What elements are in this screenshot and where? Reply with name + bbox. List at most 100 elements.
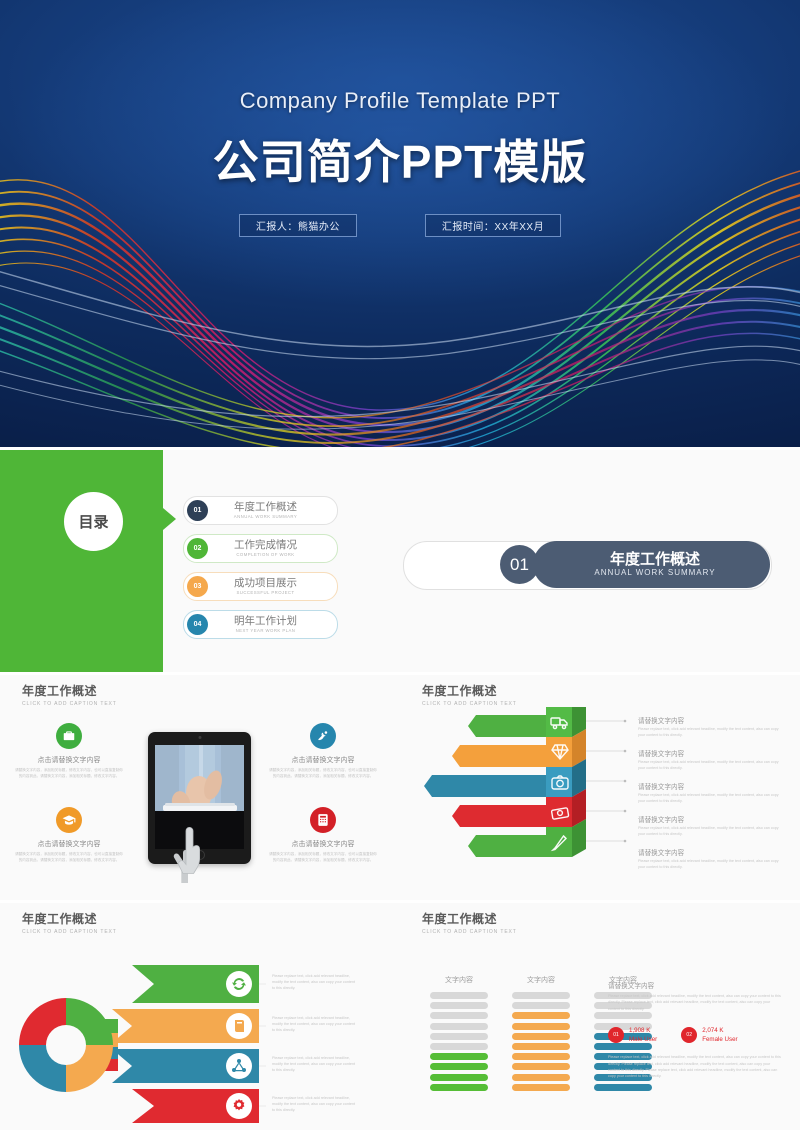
stat-male[interactable]: 01 1,908 K Male User (608, 1026, 657, 1045)
pill-filled (512, 1032, 570, 1040)
pill (430, 1022, 488, 1030)
toc-item-2[interactable]: 02 工作完成情况 COMPLETION OF WORK (183, 534, 338, 563)
section-title-cn: 年度工作概述 (609, 551, 700, 568)
toc-item-1[interactable]: 01 年度工作概述 ANNUAL WORK SUMMARY (183, 496, 338, 525)
heading-en: CLICK TO ADD CAPTION TEXT (22, 929, 117, 935)
toc-num-4: 04 (187, 614, 208, 635)
pill-filled (430, 1063, 488, 1071)
heading-en: CLICK TO ADD CAPTION TEXT (22, 701, 117, 707)
feature-title-1: 点击请替换文字内容 (37, 757, 101, 764)
feature-body-4: 请替换文字内容，添加相关标题，修改文字内容，也可以直接复制你的内容到此。请替换文… (269, 852, 377, 862)
toc-item-3[interactable]: 03 成功项目展示 SUCCESSFUL PROJECT (183, 572, 338, 601)
3d-arrow-stack (424, 707, 627, 857)
pill-filled (512, 1063, 570, 1071)
toc-label-cn-1: 年度工作概述 (234, 500, 297, 513)
feature-body-3: 请替换文字内容，添加相关标题，修改文字内容，也可以直接复制你的内容到此。请替换文… (269, 768, 377, 778)
arrow-infographic-slide: 年度工作概述 CLICK TO ADD CAPTION TEXT 请替换文字内容… (400, 675, 800, 900)
arrow-caption-1[interactable]: 请替换文字内容 Please replace text, click add r… (638, 715, 786, 745)
toc-badge: 目录 (64, 492, 123, 551)
pill-filled (512, 1053, 570, 1061)
feature-item-3[interactable]: 点击请替换文字内容 请替换文字内容，添加相关标题，修改文字内容，也可以直接复制你… (268, 723, 378, 779)
pill-filled (594, 1083, 652, 1091)
donut-slide-heading: 年度工作概述 CLICK TO ADD CAPTION TEXT (22, 910, 117, 935)
stat-badge-1: 01 (608, 1027, 624, 1044)
book-icon (235, 1020, 244, 1032)
arrow-caption-2[interactable]: 请替换文字内容 Please replace text, click add r… (638, 748, 786, 778)
caption-body-2: Please replace text, click add relevant … (638, 760, 779, 770)
graduation-cap-icon (56, 807, 82, 834)
ribbon-text-1: Please replace text, click add relevant … (272, 974, 356, 991)
feature-title-3: 点击请替换文字内容 (291, 757, 355, 764)
arrow-caption-4[interactable]: 请替换文字内容 Please replace text, click add r… (638, 814, 786, 844)
ribbon-text-3: Please replace text, click add relevant … (272, 1056, 356, 1073)
ribbon-text-4: Please replace text, click add relevant … (272, 1096, 356, 1113)
calculator-icon (310, 807, 336, 834)
toc-num-3: 03 (187, 576, 208, 597)
section-divider-slide: 01 年度工作概述 ANNUAL WORK SUMMARY (403, 541, 772, 590)
feature-item-2[interactable]: 点击请替换文字内容 请替换文字内容，添加相关标题，修改文字内容，也可以直接复制你… (14, 807, 124, 863)
cover-slide: Company Profile Template PPT 公司简介PPT模版 汇… (0, 0, 800, 447)
pill-filled (512, 1022, 570, 1030)
toc-label-en-1: ANNUAL WORK SUMMARY (233, 513, 298, 519)
toc-label-en-3: SUCCESSFUL PROJECT (236, 589, 295, 595)
heading-cn: 年度工作概述 (22, 684, 98, 698)
heading-en: CLICK TO ADD CAPTION TEXT (422, 929, 517, 935)
bars-slide-heading: 年度工作概述 CLICK TO ADD CAPTION TEXT (422, 910, 517, 935)
connector-lines (586, 719, 627, 843)
toc-num-1: 01 (187, 500, 208, 521)
pill (430, 1042, 488, 1050)
bar-column-2: 文字内容 (512, 975, 570, 1094)
pill-filled (512, 1042, 570, 1050)
feature-title-2: 点击请替换文字内容 (37, 841, 101, 849)
section-title-en: ANNUAL WORK SUMMARY (594, 568, 716, 577)
pill-filled (430, 1053, 488, 1061)
toc-green-panel (0, 450, 163, 672)
satellite-dish-icon (310, 723, 336, 749)
toc-label-cn-2: 工作完成情况 (234, 538, 297, 551)
bars-side-panel: 请替换文字内容 Please replace text, click add r… (608, 980, 783, 1080)
bar-label-1: 文字内容 (445, 977, 473, 984)
caption-title-5: 请替换文字内容 (638, 850, 685, 857)
caption-body-1: Please replace text, click add relevant … (638, 727, 779, 737)
cover-english-title: Company Profile Template PPT (239, 88, 561, 113)
donut-chart (19, 998, 113, 1092)
caption-body-3: Please replace text, click add relevant … (638, 793, 779, 803)
pill-filled (430, 1083, 488, 1091)
pill (430, 992, 488, 999)
pill-filled (512, 1073, 570, 1081)
feature-item-4[interactable]: 点击请替换文字内容 请替换文字内容，添加相关标题，修改文字内容，也可以直接复制你… (268, 807, 378, 863)
ribbon-text-2: Please replace text, click add relevant … (272, 1016, 356, 1033)
feature-body-1: 请替换文字内容，添加相关标题，修改文字内容，也可以直接复制你的内容到此。请替换文… (15, 768, 123, 778)
arrow-caption-3[interactable]: 请替换文字内容 Please replace text, click add r… (638, 781, 786, 811)
toc-slide: 目录 01 年度工作概述 ANNUAL WORK SUMMARY 02 工作完成… (0, 450, 800, 672)
pill-filled (512, 1083, 570, 1091)
stat-female[interactable]: 02 2,074 K Female User (681, 1026, 738, 1045)
stat-value-1: 1,908 K (629, 1026, 651, 1034)
toc-label-cn-3: 成功项目展示 (234, 576, 297, 589)
stat-label-2: Female User (702, 1036, 738, 1044)
pill-filled (430, 1073, 488, 1081)
caption-title-3: 请替换文字内容 (638, 784, 685, 791)
caption-title-4: 请替换文字内容 (638, 817, 685, 824)
arrow-caption-5[interactable]: 请替换文字内容 Please replace text, click add r… (638, 847, 786, 877)
pill (430, 1002, 488, 1010)
toc-label-en-2: COMPLETION OF WORK (236, 551, 295, 557)
stat-label-1: Male User (629, 1036, 658, 1044)
side-caption-body: Please replace text, click add relevant … (608, 994, 781, 1011)
tablet-left-column: 点击请替换文字内容 请替换文字内容，添加相关标题，修改文字内容，也可以直接复制你… (14, 723, 124, 877)
toc-label-cn-4: 明年工作计划 (234, 614, 297, 627)
hand-cursor-icon (173, 826, 200, 883)
briefcase-icon (56, 723, 82, 749)
pill (512, 1002, 570, 1010)
feature-item-1[interactable]: 点击请替换文字内容 请替换文字内容，添加相关标题，修改文字内容，也可以直接复制你… (14, 723, 124, 779)
toc-item-4[interactable]: 04 明年工作计划 NEXT YEAR WORK PLAN (183, 610, 338, 639)
tablet-slide: 年度工作概述 CLICK TO ADD CAPTION TEXT 点击请替换文字… (0, 675, 400, 900)
toc-num-2: 02 (187, 538, 208, 559)
section-number: 01 (500, 545, 539, 584)
arrow-captions: 请替换文字内容 Please replace text, click add r… (638, 715, 786, 880)
arrow-layer-1 (468, 707, 586, 737)
heading-cn: 年度工作概述 (422, 912, 498, 926)
bar-label-2: 文字内容 (527, 977, 555, 984)
pill (430, 1012, 488, 1020)
pill (430, 1032, 488, 1040)
